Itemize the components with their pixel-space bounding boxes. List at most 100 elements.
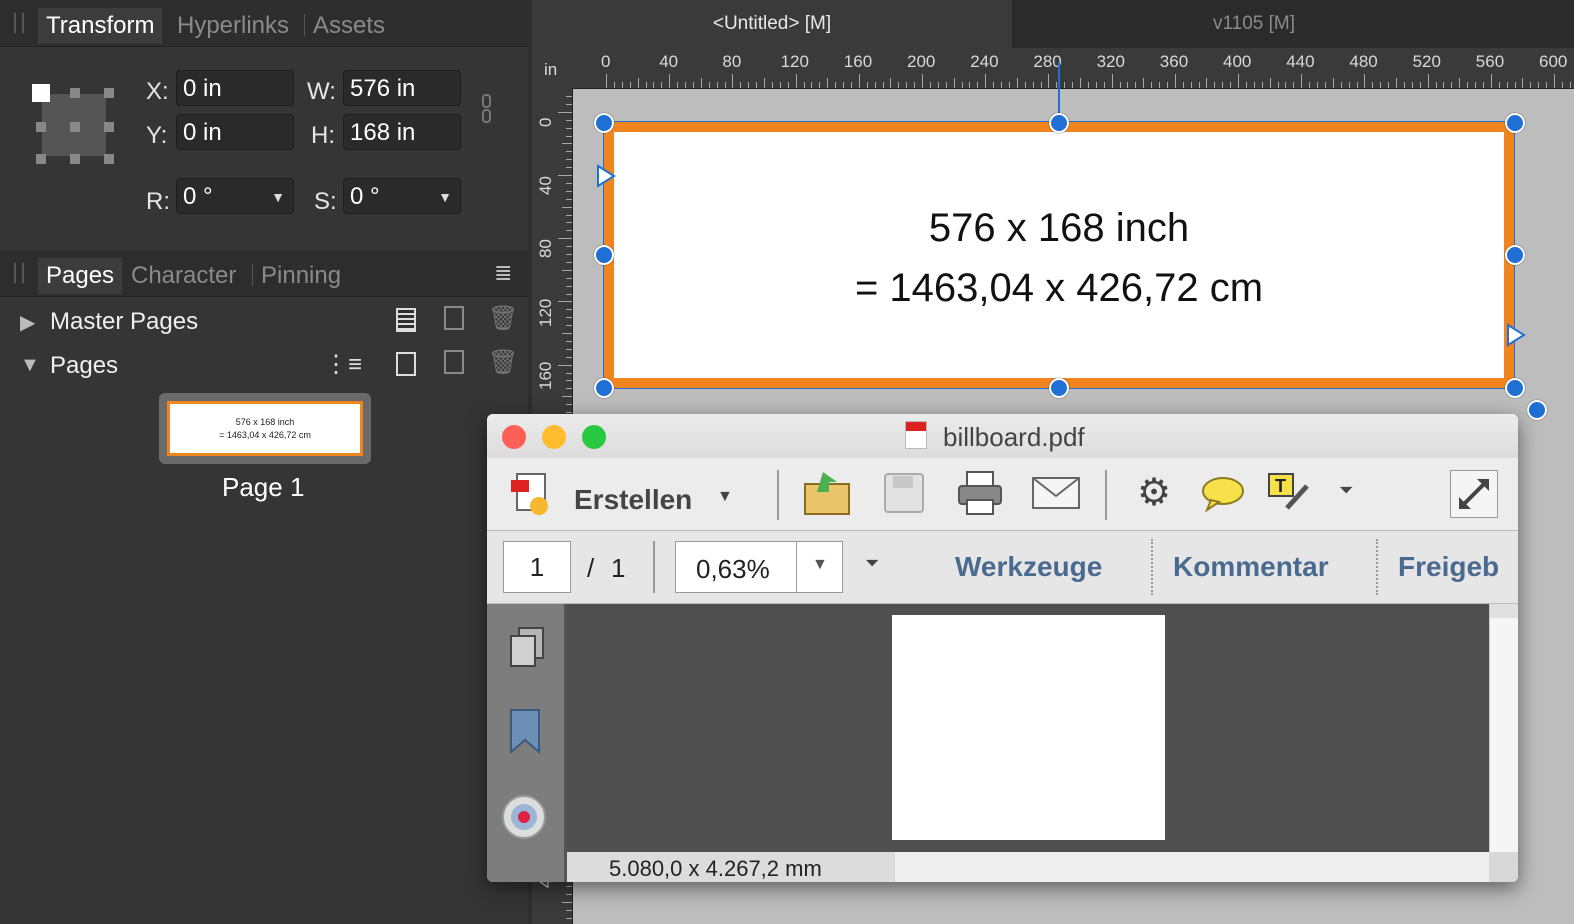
text-flow-out-icon[interactable] [1506,323,1526,347]
anchor-point[interactable] [70,88,80,98]
ruler-h-label: 320 [1096,52,1125,71]
link-icon[interactable] [482,94,492,124]
tab-pages[interactable]: Pages [38,258,123,294]
tab-untitled[interactable]: <Untitled> [M] [532,0,1012,48]
anchor-point[interactable] [104,88,114,98]
resize-handle[interactable] [1505,113,1525,133]
resize-handle[interactable] [594,378,614,398]
tab-pinning[interactable]: Pinning [261,262,341,290]
save-icon[interactable] [883,472,925,514]
y-field[interactable]: 0 in [176,114,294,150]
add-page-icon[interactable] [396,352,416,376]
duplicate-page-icon[interactable] [444,350,464,374]
resize-handle[interactable] [1049,378,1069,398]
target-icon[interactable] [501,794,547,840]
chevron-down-icon[interactable]: ▼ [438,179,452,215]
rotate-handle[interactable] [1527,400,1547,420]
window-title: billboard.pdf [943,422,1085,452]
add-master-page-icon[interactable] [396,308,416,332]
ruler-tick [566,198,572,200]
bookmark-icon[interactable] [509,708,545,755]
ruler-h-label: 80 [722,52,742,71]
duplicate-master-icon[interactable] [444,306,464,330]
chevron-down-icon[interactable]: ▼ [717,488,733,506]
more-icon[interactable]: ⏷ [1339,480,1353,501]
trash-icon[interactable]: 🗑 [488,348,518,377]
billboard-frame[interactable]: 576 x 168 inch = 1463,04 x 426,72 cm [604,122,1514,388]
thumb-line1: 576 x 168 inch [235,417,295,427]
share-link[interactable]: Freigeb [1398,551,1499,583]
resize-handle[interactable] [594,245,614,265]
ruler-tick [566,135,572,137]
ruler-tick [1546,82,1548,88]
page-thumbnail[interactable]: 576 x 168 inch = 1463,04 x 426,72 cm [159,393,371,464]
close-button[interactable] [502,425,526,449]
tab-character[interactable]: Character [131,262,236,290]
resize-corner[interactable] [1489,852,1518,882]
ruler-tick [771,82,773,88]
ruler-tick [558,175,572,176]
resize-handle[interactable] [594,113,614,133]
settings-icon[interactable]: ⚙ [1137,470,1171,515]
ruler-tick [566,261,572,263]
anchor-point[interactable] [104,122,114,132]
anchor-point[interactable] [104,154,114,164]
zoom-field[interactable]: 0,63% ▼ [675,541,843,593]
annotate-icon[interactable]: T [1267,472,1309,512]
tab-transform[interactable]: Transform [38,8,163,44]
anchor-selector[interactable] [32,84,116,166]
create-pdf-icon[interactable] [511,472,551,516]
status-size-box: 5.080,0 x 4.267,2 mm [567,852,895,882]
open-icon[interactable] [803,470,853,516]
comment-link[interactable]: Kommentar [1173,551,1329,583]
anchor-point[interactable] [70,154,80,164]
fullscreen-icon[interactable] [1450,470,1498,518]
ruler-tick [558,364,572,366]
anchor-point[interactable] [70,122,80,132]
rotation-field[interactable]: 0 ° ▼ [176,178,294,214]
ruler-tick [566,230,572,232]
ruler-tick [566,167,572,169]
panel-grip[interactable] [14,263,24,283]
resize-handle[interactable] [1505,378,1525,398]
mail-icon[interactable] [1031,476,1081,510]
text-flow-in-icon[interactable] [596,164,616,188]
tools-link[interactable]: Werkzeuge [955,551,1102,583]
comment-icon[interactable] [1201,476,1245,513]
w-field[interactable]: 576 in [343,70,461,106]
more-icon[interactable]: ⏷ [865,553,879,574]
ruler-tick [787,82,789,88]
panel-grip[interactable] [14,13,24,33]
create-label[interactable]: Erstellen [574,484,692,516]
ruler-tick [843,82,844,88]
page-number-input[interactable]: 1 [503,541,571,593]
chevron-down-icon[interactable]: ▼ [812,556,828,574]
anchor-point[interactable] [36,154,46,164]
pages-icon[interactable] [507,626,547,670]
zoom-button[interactable] [582,425,606,449]
tab-hyperlinks[interactable]: Hyperlinks [177,12,289,40]
h-field[interactable]: 168 in [343,114,461,150]
s-label: S: [314,188,337,215]
resize-handle[interactable] [1505,245,1525,265]
minimize-button[interactable] [542,425,566,449]
horizontal-ruler[interactable]: 0 40 80 120 160 200 240 280 320 360 400 440 480 520 56… [532,48,1574,89]
resize-handle[interactable] [1049,113,1069,133]
x-field[interactable]: 0 in [176,70,294,106]
trash-icon[interactable]: 🗑 [488,304,518,333]
panel-menu-icon[interactable]: ≣ [494,260,512,286]
tab-v1105[interactable]: v1105 [M] [1014,0,1494,48]
document-view[interactable] [567,604,1489,852]
expand-triangle-icon[interactable]: ▶ [20,310,35,335]
anchor-point[interactable] [36,122,46,132]
ruler-tick [1222,82,1224,88]
chevron-down-icon[interactable]: ▼ [271,179,285,215]
collapse-triangle-icon[interactable]: ▼ [20,354,40,377]
print-icon[interactable] [957,470,1003,516]
shear-field[interactable]: 0 ° ▼ [343,178,461,214]
vertical-scrollbar[interactable] [1489,604,1518,852]
insert-pages-icon[interactable]: ⋮≡ [324,350,362,379]
anchor-point-selected[interactable] [32,84,50,102]
ruler-tick [961,82,963,88]
tab-assets[interactable]: Assets [313,12,385,40]
